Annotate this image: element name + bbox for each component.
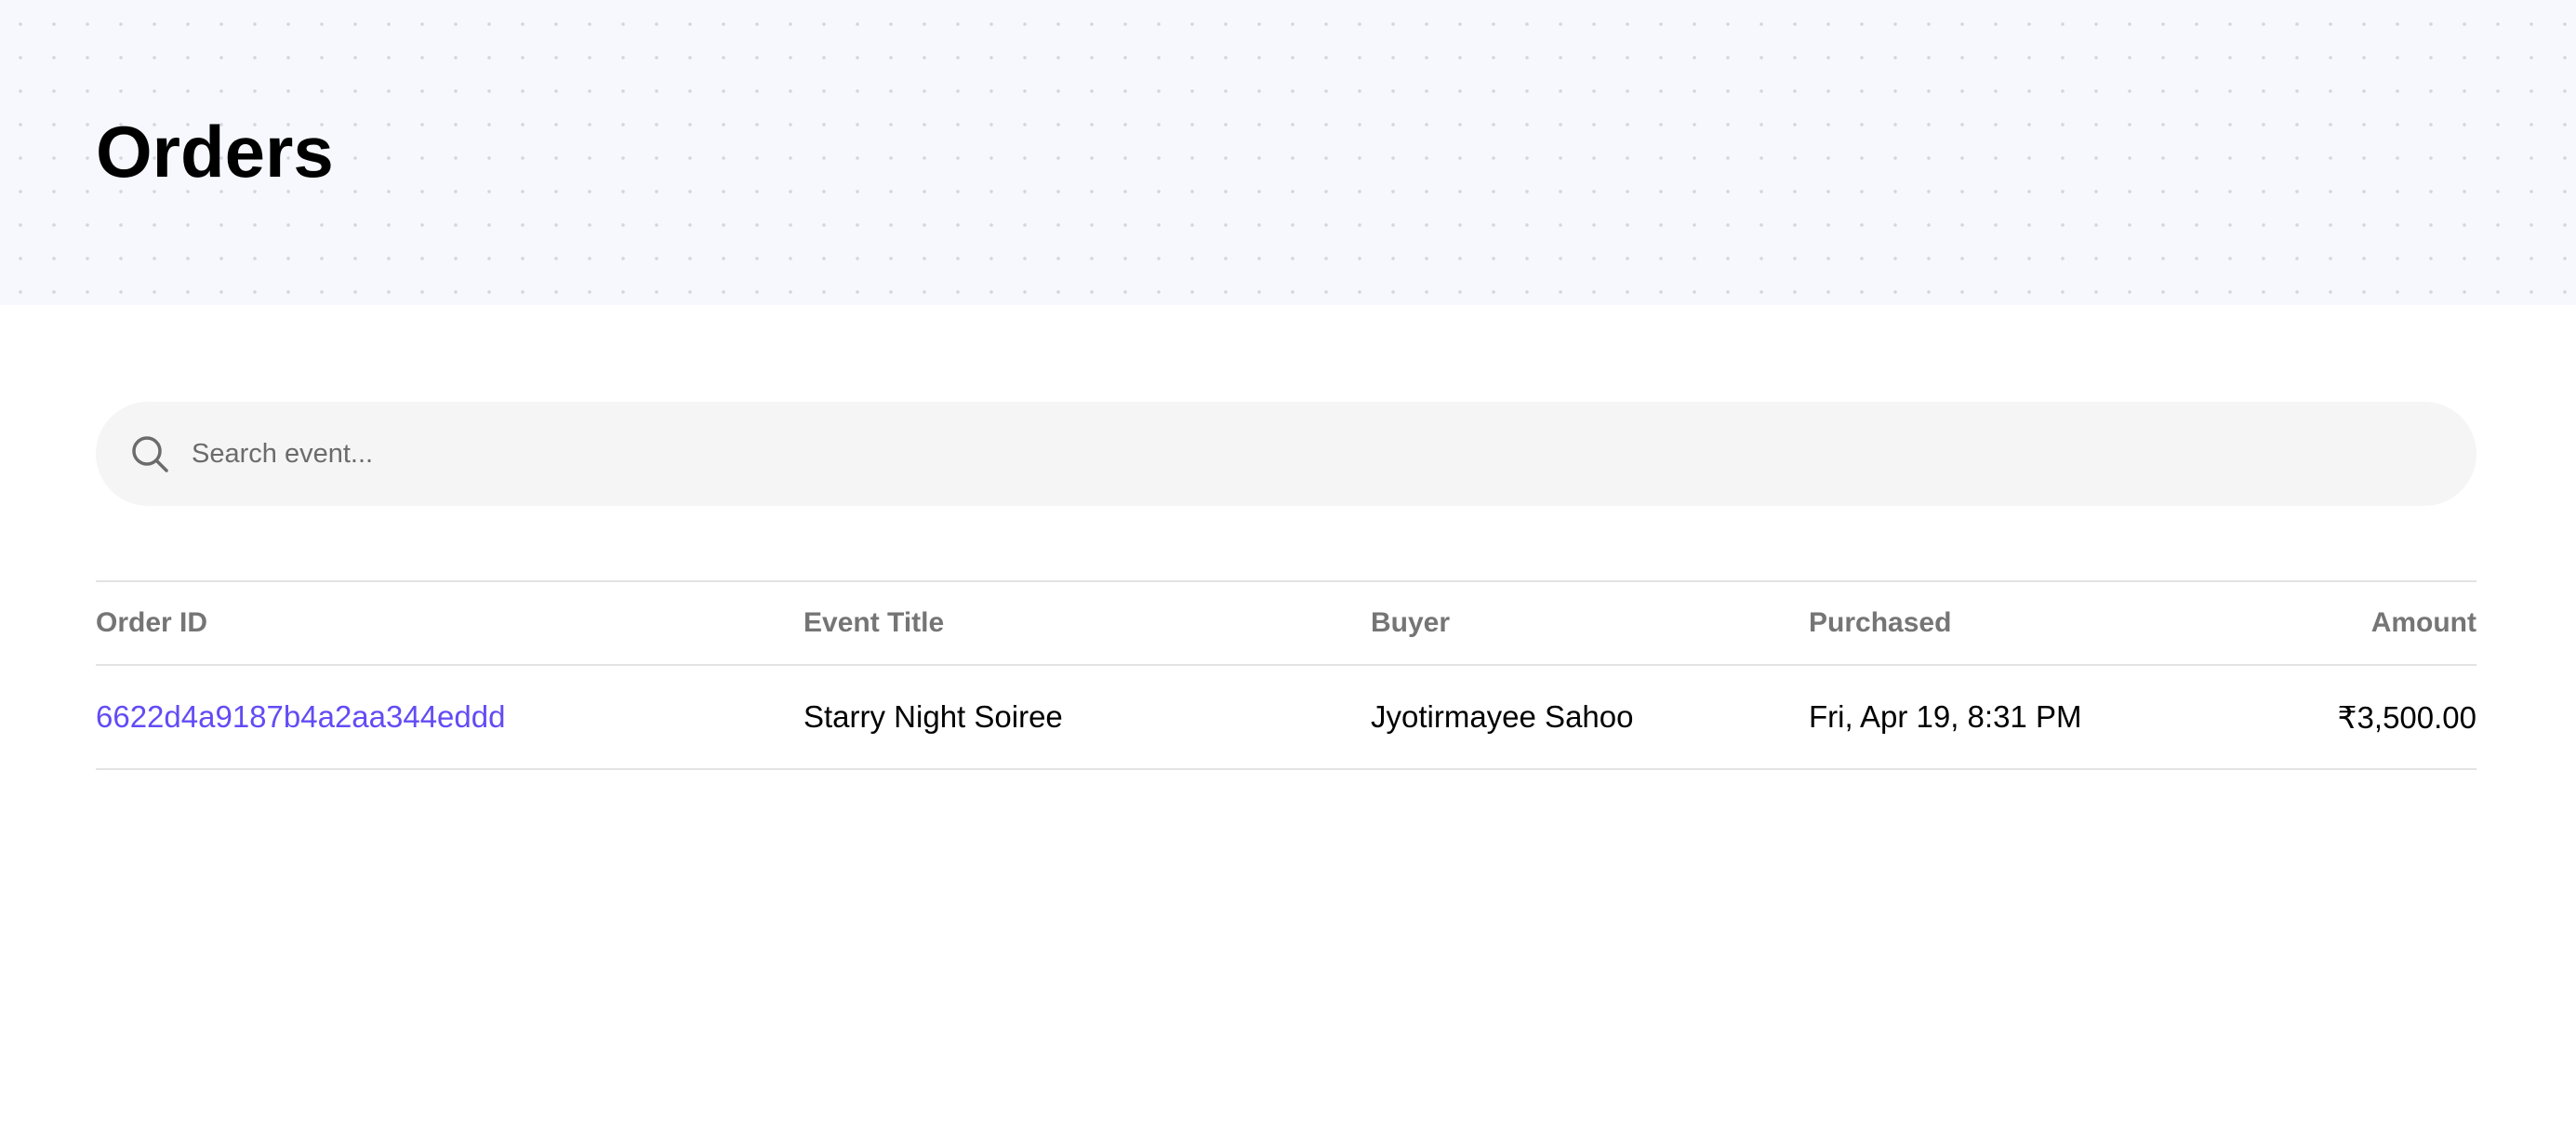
page-header-banner: Orders [0,0,2576,305]
table-header-row: Order ID Event Title Buyer Purchased Amo… [96,581,2476,665]
buyer-cell: Jyotirmayee Sahoo [1371,699,1634,734]
column-header-event-title: Event Title [803,607,945,638]
orders-table: Order ID Event Title Buyer Purchased Amo… [96,580,2476,770]
table-row: 6622d4a9187b4a2aa344eddd Starry Night So… [96,665,2476,769]
page-title: Orders [96,111,334,193]
column-header-order-id: Order ID [96,607,208,638]
column-header-buyer: Buyer [1371,607,1451,638]
column-header-amount: Amount [2370,607,2476,638]
purchased-cell: Fri, Apr 19, 8:31 PM [1809,699,2082,734]
table-header: Order ID Event Title Buyer Purchased Amo… [96,581,2476,665]
order-id-cell: 6622d4a9187b4a2aa344eddd [96,665,803,769]
column-header-purchased: Purchased [1809,607,1952,638]
table-body: 6622d4a9187b4a2aa344eddd Starry Night So… [96,665,2476,769]
order-id-link[interactable]: 6622d4a9187b4a2aa344eddd [96,699,505,734]
amount-cell: ₹3,500.00 [2337,699,2476,735]
event-title-cell: Starry Night Soiree [803,699,1063,734]
search-icon [129,433,170,474]
search-bar[interactable] [96,402,2476,506]
search-input[interactable] [192,402,2423,506]
